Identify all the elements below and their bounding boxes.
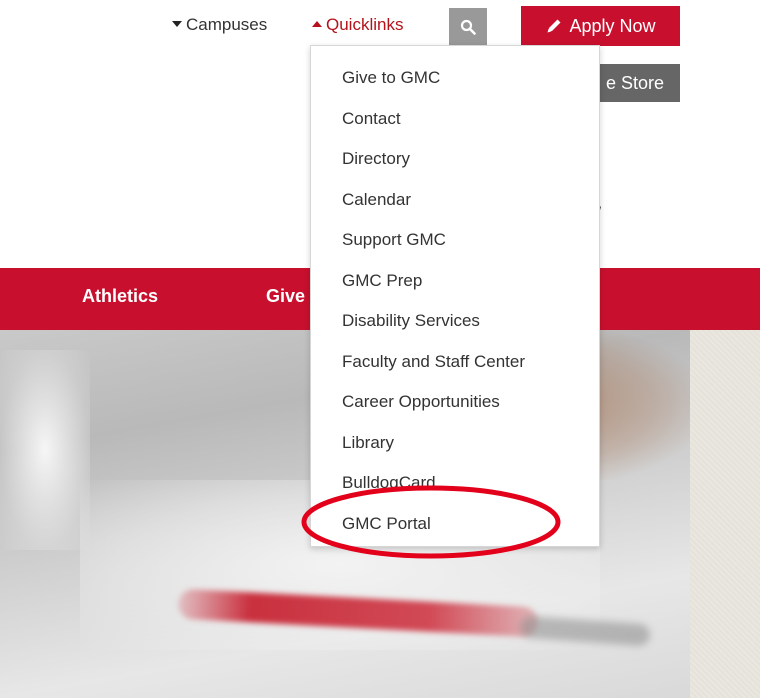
quicklinks-dropdown: Give to GMC Contact Directory Calendar S… [310, 45, 600, 547]
search-icon [460, 19, 476, 35]
menu-item-directory[interactable]: Directory [311, 139, 599, 180]
apply-now-label: Apply Now [569, 15, 656, 36]
menu-item-disability-services[interactable]: Disability Services [311, 301, 599, 342]
caret-down-icon [172, 21, 182, 27]
menu-item-gmc-prep[interactable]: GMC Prep [311, 261, 599, 302]
caret-up-icon [312, 21, 322, 27]
menu-item-contact[interactable]: Contact [311, 99, 599, 140]
pencil-icon [547, 19, 561, 33]
menu-item-faculty-staff-center[interactable]: Faculty and Staff Center [311, 342, 599, 383]
search-button[interactable] [449, 8, 487, 46]
menu-item-gmc-portal[interactable]: GMC Portal [311, 504, 599, 545]
campuses-menu-toggle[interactable]: Campuses [172, 14, 267, 36]
campuses-label: Campuses [186, 15, 268, 34]
menu-item-support-gmc[interactable]: Support GMC [311, 220, 599, 261]
menu-item-give-to-gmc[interactable]: Give to GMC [311, 58, 599, 99]
apply-now-button[interactable]: Apply Now [521, 6, 680, 46]
side-panel-texture [690, 330, 760, 698]
menu-item-career-opportunities[interactable]: Career Opportunities [311, 382, 599, 423]
menu-item-library[interactable]: Library [311, 423, 599, 464]
quicklinks-label: Quicklinks [326, 15, 404, 34]
menu-item-calendar[interactable]: Calendar [311, 180, 599, 221]
store-label: e Store [605, 72, 664, 93]
quicklinks-menu-toggle[interactable]: Quicklinks [312, 14, 403, 36]
nav-item-athletics[interactable]: Athletics [82, 286, 158, 307]
nav-item-give[interactable]: Give [266, 286, 305, 307]
menu-item-bulldogcard[interactable]: BulldogCard [311, 463, 599, 504]
